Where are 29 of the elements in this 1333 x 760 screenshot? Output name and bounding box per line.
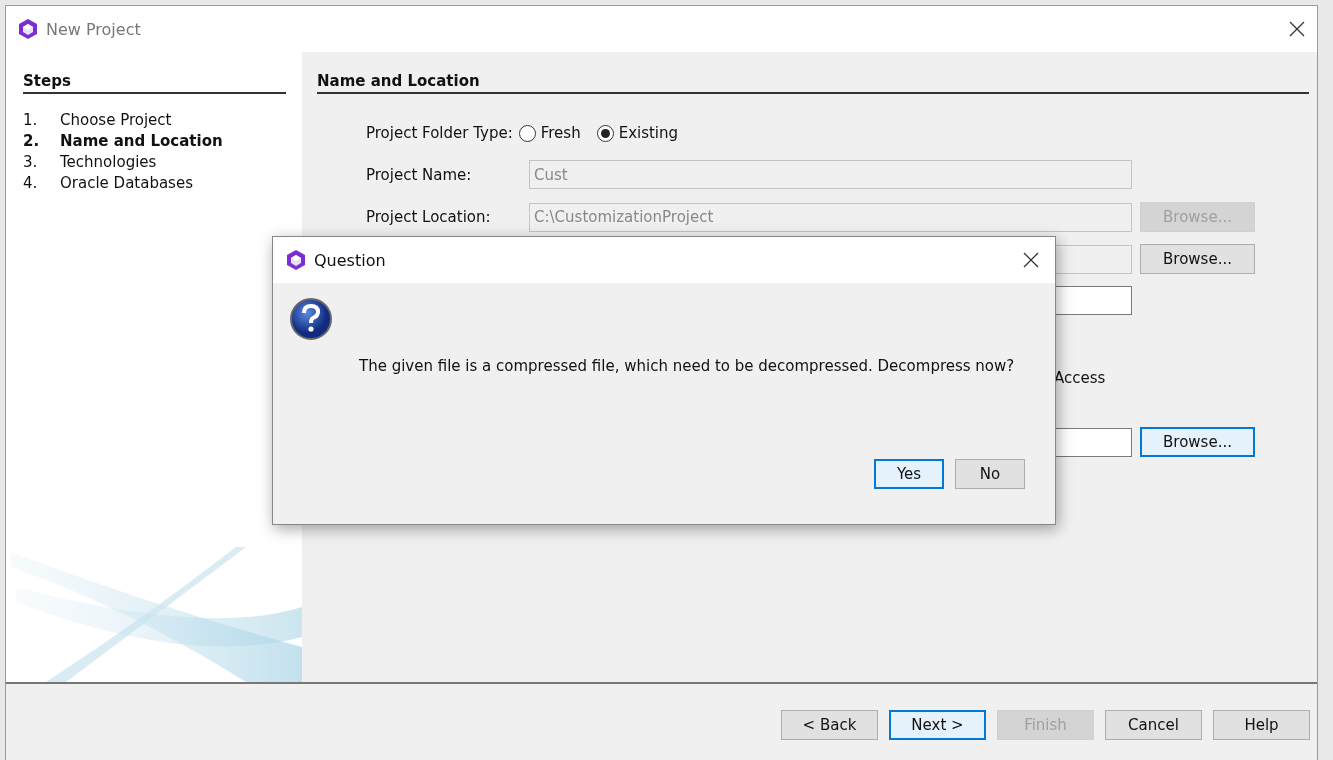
field-label: Project Folder Type: — [366, 124, 513, 142]
question-icon — [289, 297, 333, 341]
radio-option[interactable]: Fresh — [518, 124, 581, 142]
window-title: New Project — [46, 19, 142, 39]
wizard-button[interactable]: < Back — [781, 710, 878, 740]
dialog-button[interactable]: No — [955, 459, 1025, 489]
dialog-title: Question — [314, 250, 387, 270]
radio-button[interactable] — [596, 124, 614, 142]
option-label: Access — [1054, 368, 1106, 387]
radio-option[interactable]: Existing — [596, 124, 679, 142]
step-item: 3. Technologies — [23, 152, 158, 173]
wizard-button[interactable]: Cancel — [1105, 710, 1202, 740]
app-logo-icon — [286, 249, 306, 271]
browse-button[interactable]: Browse... — [1140, 427, 1255, 457]
close-icon[interactable] — [1023, 252, 1039, 268]
app-logo-icon — [18, 18, 38, 40]
steps-heading: Steps — [23, 72, 286, 94]
wizard-button[interactable]: Help — [1213, 710, 1310, 740]
step-item: 1. Choose Project — [23, 110, 173, 131]
field-label: Project Name: — [366, 165, 473, 184]
section-heading: Name and Location — [317, 72, 1309, 94]
step-item: 2. Name and Location — [23, 131, 224, 152]
dialog-button[interactable]: Yes — [874, 459, 944, 489]
field-label: Project Location: — [366, 208, 492, 226]
close-icon[interactable] — [1289, 21, 1305, 37]
dialog-message: The given file is a compressed file, which need to be decompressed. Decompress now? — [359, 357, 1016, 375]
radio-button[interactable] — [518, 124, 536, 142]
wizard-button[interactable]: Next > — [889, 710, 986, 740]
step-item: 4. Oracle Databases — [23, 173, 194, 194]
